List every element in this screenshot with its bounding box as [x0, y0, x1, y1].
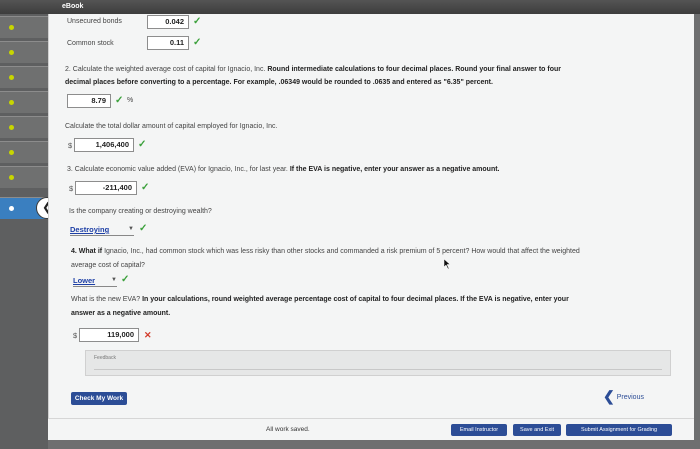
total-capital-prompt: Calculate the total dollar amount of cap… [65, 123, 278, 130]
status-dot-icon [9, 75, 14, 80]
wealth-prompt: Is the company creating or destroying we… [69, 208, 212, 215]
q2-prompt-line2: decimal places before converting to a pe… [65, 79, 493, 86]
common-stock-input[interactable]: 0.11 [147, 36, 189, 50]
mouse-cursor-icon [444, 259, 451, 269]
q4-prompt-bold: 4. What if [71, 248, 105, 255]
status-dot-icon [9, 50, 14, 55]
sidebar-item-3[interactable] [0, 66, 48, 88]
new-eva-prompt-line1: What is the new EVA? In your calculation… [71, 296, 569, 303]
q4-prompt-text: Ignacio, Inc., had common stock which wa… [104, 248, 580, 255]
question-panel: Unsecured bonds 0.042 ✓ Common stock 0.1… [48, 14, 694, 434]
sidebar-item-4[interactable] [0, 91, 48, 113]
q3-prompt: 3. Calculate economic value added (EVA) … [67, 166, 500, 173]
q4-prompt-line2: average cost of capital? [71, 262, 145, 269]
total-capital-input[interactable]: 1,406,400 [74, 138, 134, 152]
status-dot-icon [9, 100, 14, 105]
new-eva-prompt-text: What is the new EVA? [71, 296, 143, 303]
sidebar-item-1[interactable] [0, 16, 48, 38]
correct-check-icon: ✓ [193, 37, 202, 48]
q3-prompt-text: 3. Calculate economic value added (EVA) … [67, 166, 290, 173]
status-dot-icon [9, 25, 14, 30]
chevron-down-icon: ▼ [111, 277, 117, 283]
status-dot-icon [9, 125, 14, 130]
submit-assignment-button[interactable]: Submit Assignment for Grading [566, 424, 672, 436]
correct-check-icon: ✓ [121, 274, 130, 285]
feedback-box: Feedback [85, 350, 671, 376]
sidebar-item-7[interactable] [0, 166, 48, 188]
correct-check-icon: ✓ [139, 223, 148, 234]
chevron-down-icon: ▼ [128, 226, 134, 232]
new-eva-prompt-bold: In your calculations, round weighted ave… [142, 296, 569, 303]
wacc-input[interactable]: 8.79 [67, 94, 111, 108]
correct-check-icon: ✓ [138, 139, 147, 150]
effect-dropdown[interactable]: Lower ▼ [73, 275, 117, 287]
question-sidebar [0, 14, 48, 449]
correct-check-icon: ✓ [141, 182, 150, 193]
status-dot-icon [9, 150, 14, 155]
unsecured-bonds-input[interactable]: 0.042 [147, 15, 189, 29]
correct-check-icon: ✓ [115, 95, 124, 106]
previous-link[interactable]: ❮ Previous [603, 388, 644, 405]
currency-symbol: $ [68, 141, 73, 150]
unsecured-bonds-label: Unsecured bonds [67, 18, 122, 25]
sidebar-item-5[interactable] [0, 116, 48, 138]
q3-prompt-bold: If the EVA is negative, enter your answe… [289, 166, 500, 173]
q2-prompt-line1: 2. Calculate the weighted average cost o… [65, 66, 561, 73]
wealth-selected-value: Destroying [70, 225, 110, 234]
saved-status: All work saved. [266, 426, 310, 433]
status-dot-icon [9, 175, 14, 180]
eva-input[interactable]: -211,400 [75, 181, 137, 195]
common-stock-label: Common stock [67, 40, 114, 47]
currency-symbol: $ [69, 184, 74, 193]
q2-prompt-text: 2. Calculate the weighted average cost o… [65, 66, 268, 73]
q4-prompt-line1: 4. What if Ignacio, Inc., had common sto… [71, 248, 580, 255]
currency-symbol: $ [73, 331, 78, 340]
percent-unit: % [127, 97, 134, 104]
email-instructor-button[interactable]: Email Instructor [451, 424, 507, 436]
q2-prompt-bold: Round intermediate calculations to four … [267, 66, 561, 73]
footer-bar: All work saved. Email Instructor Save an… [48, 418, 694, 440]
incorrect-x-icon: ✕ [144, 330, 152, 340]
correct-check-icon: ✓ [193, 16, 202, 27]
save-and-exit-button[interactable]: Save and Exit [513, 424, 561, 436]
ebook-tab[interactable]: eBook [62, 0, 83, 14]
chevron-left-icon: ❮ [603, 388, 615, 404]
wealth-dropdown[interactable]: Destroying ▼ [70, 224, 134, 236]
sidebar-item-6[interactable] [0, 141, 48, 163]
feedback-divider [94, 369, 662, 370]
previous-label: Previous [616, 394, 644, 401]
top-bar: eBook [0, 0, 700, 14]
sidebar-item-2[interactable] [0, 41, 48, 63]
status-dot-icon [9, 206, 14, 211]
feedback-label: Feedback [94, 355, 116, 361]
new-eva-prompt-line2: answer as a negative amount. [71, 310, 171, 317]
check-my-work-button[interactable]: Check My Work [71, 392, 127, 405]
new-eva-input[interactable]: 119,000 [79, 328, 139, 342]
effect-selected-value: Lower [73, 276, 96, 285]
